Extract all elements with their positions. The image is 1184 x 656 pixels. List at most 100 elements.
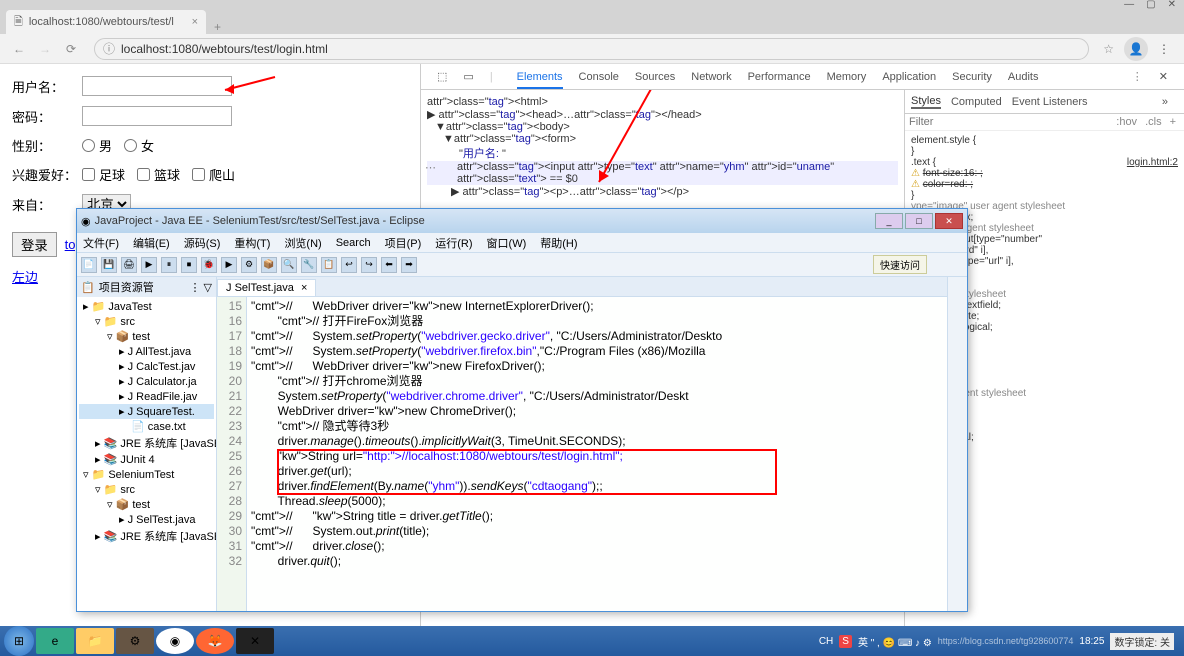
toolbar-button[interactable]: ▶ <box>221 257 237 273</box>
ime-indicator[interactable]: CH <box>819 636 833 647</box>
devtools-tab-memory[interactable]: Memory <box>827 71 867 83</box>
menu-icon[interactable]: ⋮ <box>1158 42 1170 56</box>
menu-item[interactable]: Search <box>336 237 371 249</box>
menu-item[interactable]: 运行(R) <box>435 235 472 251</box>
forward-button[interactable]: → <box>34 38 56 60</box>
menu-item[interactable]: 浏览(N) <box>284 235 321 251</box>
code-line[interactable]: "cmt">// WebDriver driver="kw">new Inter… <box>251 299 943 314</box>
devtools-tab-security[interactable]: Security <box>952 71 992 83</box>
tree-item[interactable]: ▸ J SquareTest. <box>79 404 214 419</box>
code-line[interactable]: Thread.sleep(5000); <box>251 494 943 509</box>
devtools-tab-application[interactable]: Application <box>882 71 936 83</box>
gender-female-radio[interactable] <box>124 139 137 152</box>
back-button[interactable]: ← <box>8 38 30 60</box>
taskbar-explorer[interactable]: 📁 <box>76 628 114 654</box>
taskbar-ie[interactable]: e <box>36 628 74 654</box>
clock[interactable]: 18:25 <box>1079 636 1104 647</box>
tree-item[interactable]: ▸ 📚 JUnit 4 <box>79 452 214 467</box>
password-input[interactable] <box>82 106 232 126</box>
football-checkbox[interactable] <box>82 168 95 181</box>
taskbar-chrome[interactable]: ◉ <box>156 628 194 654</box>
code-line[interactable]: "cmt">// "kw">String title = driver.getT… <box>251 509 943 524</box>
toolbar-button[interactable]: 📋 <box>321 257 337 273</box>
more-icon[interactable]: » <box>1162 96 1168 108</box>
toolbar-button[interactable]: ➡ <box>401 257 417 273</box>
taskbar-app2[interactable]: ✕ <box>236 628 274 654</box>
styles-tab[interactable]: Styles <box>911 95 941 109</box>
eclipse-minimize-button[interactable]: _ <box>875 213 903 229</box>
toolbar-button[interactable]: 🖨 <box>121 257 137 273</box>
url-input[interactable]: ⓘ localhost:1080/webtours/test/login.htm… <box>94 38 1089 60</box>
taskbar-app1[interactable]: ⚙ <box>116 628 154 654</box>
toolbar-button[interactable]: ▶ <box>141 257 157 273</box>
toolbar-button[interactable]: 📦 <box>261 257 277 273</box>
css-rule[interactable]: ⚠ font-size:16: ; <box>911 168 1178 179</box>
profile-icon[interactable]: 👤 <box>1124 37 1148 61</box>
code-line[interactable]: driver.quit(); <box>251 554 943 569</box>
code-line[interactable]: "cmt">// 打开chrome浏览器 <box>251 374 943 389</box>
climb-checkbox[interactable] <box>192 168 205 181</box>
menu-item[interactable]: 文件(F) <box>83 235 119 251</box>
tree-item[interactable]: ▸ J ReadFile.jav <box>79 389 214 404</box>
toolbar-button[interactable]: 📄 <box>81 257 97 273</box>
toolbar-button[interactable]: ⏹ <box>181 257 197 273</box>
left-link[interactable]: 左边 <box>12 267 38 286</box>
tree-item[interactable]: ▸ 📁 JavaTest <box>79 299 214 314</box>
css-rule[interactable]: .text { login.html:2 <box>911 157 1178 168</box>
css-rule[interactable]: } <box>911 190 1178 201</box>
menu-item[interactable]: 编辑(E) <box>133 235 170 251</box>
browser-tab[interactable]: 🗎 localhost:1080/webtours/test/l × <box>6 10 206 34</box>
sogou-icon[interactable]: S <box>839 635 852 648</box>
css-rule[interactable]: element.style { <box>911 135 1178 146</box>
toolbar-button[interactable]: ⏸ <box>161 257 177 273</box>
close-icon[interactable]: ✕ <box>1168 0 1176 10</box>
taskbar-firefox[interactable]: 🦊 <box>196 628 234 654</box>
tree-item[interactable]: ▸ J AllTest.java <box>79 344 214 359</box>
add-rule-icon[interactable]: + <box>1170 116 1176 128</box>
code-line[interactable]: "cmt">// System.setProperty("webdriver.g… <box>251 329 943 344</box>
tab-close-icon[interactable]: × <box>192 16 198 28</box>
tree-item[interactable]: ▸ J CalcTest.jav <box>79 359 214 374</box>
minimize-icon[interactable]: — <box>1124 0 1134 10</box>
new-tab-icon[interactable]: + <box>214 20 221 34</box>
toolbar-button[interactable]: ↩ <box>341 257 357 273</box>
toolbar-button[interactable]: ⬅ <box>381 257 397 273</box>
toolbar-button[interactable]: 🔍 <box>281 257 297 273</box>
styles-tab[interactable]: Computed <box>951 96 1002 108</box>
editor-tab[interactable]: J SelTest.java × <box>217 279 316 296</box>
code-line[interactable]: driver.manage().timeouts().implicitlyWai… <box>251 434 943 449</box>
devtools-tab-performance[interactable]: Performance <box>748 71 811 83</box>
cls-toggle[interactable]: .cls <box>1145 116 1162 128</box>
reload-button[interactable]: ⟳ <box>60 38 82 60</box>
menu-item[interactable]: 窗口(W) <box>487 235 527 251</box>
code-line[interactable]: "cmt">// driver.close(); <box>251 539 943 554</box>
tree-item[interactable]: ▿ 📁 SeleniumTest <box>79 467 214 482</box>
css-rule[interactable]: } <box>911 146 1178 157</box>
gender-male-radio[interactable] <box>82 139 95 152</box>
element-node[interactable]: ▼attr">class="tag"><form> <box>427 133 898 145</box>
basketball-checkbox[interactable] <box>137 168 150 181</box>
devtools-close-icon[interactable]: ✕ <box>1159 70 1168 83</box>
toolbar-button[interactable]: 🐞 <box>201 257 217 273</box>
toolbar-button[interactable]: ⚙ <box>241 257 257 273</box>
project-explorer[interactable]: 📋 项目资源管 ⋮ ▽ ▸ 📁 JavaTest▿ 📁 src▿ 📦 test▸… <box>77 277 217 611</box>
hov-toggle[interactable]: :hov <box>1116 116 1137 128</box>
code-line[interactable]: "cmt">// System.setProperty("webdriver.f… <box>251 344 943 359</box>
tab-close-icon[interactable]: × <box>301 282 307 294</box>
eclipse-close-button[interactable]: ✕ <box>935 213 963 229</box>
tree-item[interactable]: ▿ 📁 src <box>79 482 214 497</box>
menu-item[interactable]: 源码(S) <box>184 235 221 251</box>
devtools-tab-sources[interactable]: Sources <box>635 71 675 83</box>
eclipse-titlebar[interactable]: ◉ JavaProject - Java EE - SeleniumTest/s… <box>77 209 967 233</box>
login-button[interactable]: 登录 <box>12 232 57 257</box>
tree-item[interactable]: 📄 case.txt <box>79 419 214 434</box>
maximize-icon[interactable]: ▢ <box>1146 0 1155 10</box>
devtools-tab-console[interactable]: Console <box>579 71 619 83</box>
code-line[interactable]: "cmt">// System.out.print(title); <box>251 524 943 539</box>
devtools-menu-icon[interactable]: ⋮ <box>1132 70 1143 83</box>
element-node[interactable]: ▶ attr">class="tag"><p>…attr">class="tag… <box>427 185 898 198</box>
css-rule[interactable]: ⚠ color=red: ; <box>911 179 1178 190</box>
toolbar-button[interactable]: 💾 <box>101 257 117 273</box>
tree-item[interactable]: ▸ J Calculator.ja <box>79 374 214 389</box>
explorer-menu-icon[interactable]: ⋮ ▽ <box>189 281 212 294</box>
